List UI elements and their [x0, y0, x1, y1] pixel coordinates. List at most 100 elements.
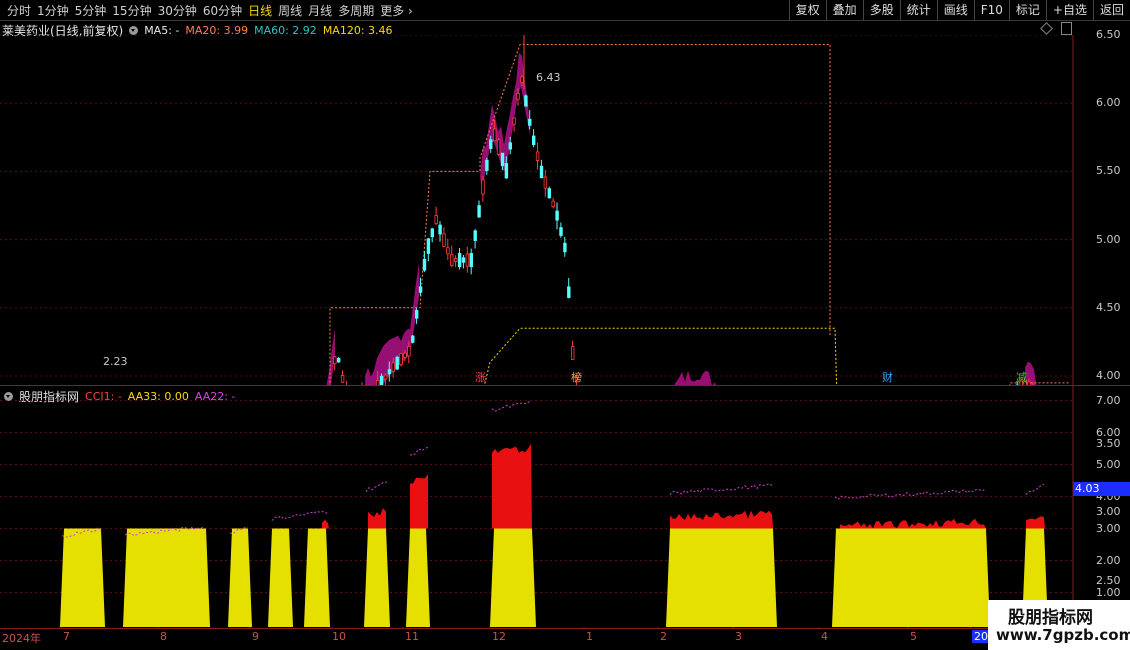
indicator-line	[365, 481, 388, 493]
diamond-icon[interactable]	[1040, 22, 1053, 35]
candle-body	[539, 165, 544, 179]
candle-body	[512, 117, 516, 125]
toolbar: 分时 1分钟 5分钟 15分钟 30分钟 60分钟 日线 周线 月线 多周期 更…	[0, 0, 1130, 21]
panel-resize-icon[interactable]	[1061, 22, 1072, 35]
candle-body	[516, 93, 520, 100]
indicator-line	[409, 446, 429, 456]
indicator-menu-icon[interactable]	[129, 26, 139, 35]
indicator-fill-block	[364, 528, 390, 627]
restore-rights-button[interactable]: 复权	[788, 0, 826, 20]
price-axis-label: 4.50	[1096, 300, 1121, 314]
candle-body	[407, 346, 411, 357]
candle-body	[422, 258, 427, 271]
candle-body	[551, 200, 555, 207]
candle-body	[336, 357, 341, 363]
date-axis-label: 8	[160, 630, 167, 643]
indicator-line	[834, 488, 986, 501]
indicator-fill-block	[490, 528, 536, 627]
indicator-fill-block	[60, 528, 105, 627]
back-button[interactable]: 返回	[1092, 0, 1130, 20]
candle-body	[528, 118, 532, 126]
candle-body	[333, 356, 337, 365]
candle-body	[434, 215, 438, 224]
tab-period-30min[interactable]: 30分钟	[155, 2, 200, 19]
date-axis-label: 12	[492, 630, 506, 643]
date-axis-label: 10	[332, 630, 346, 643]
candle-body	[547, 188, 551, 199]
indicator-red-area	[840, 518, 986, 529]
candle-body	[496, 139, 501, 155]
candle-body	[559, 227, 563, 236]
indicator-red-area	[1026, 516, 1045, 529]
candle-body	[500, 152, 505, 167]
tab-period-multi[interactable]: 多周期	[335, 2, 377, 19]
price-axis-label: 6.00	[1096, 96, 1121, 110]
indicator-axis-label: 6.00	[1096, 425, 1121, 439]
candle-body	[532, 135, 536, 145]
candle-body	[418, 286, 423, 293]
indicator-red-area	[670, 510, 773, 529]
tab-period-15min[interactable]: 15分钟	[109, 2, 154, 19]
candle-body	[457, 253, 462, 268]
tab-period-1min[interactable]: 1分钟	[34, 2, 72, 19]
tab-period-60min[interactable]: 60分钟	[200, 2, 245, 19]
date-axis-label: 2	[660, 630, 667, 643]
draw-line-button[interactable]: 画线	[936, 0, 974, 20]
indicator-line	[669, 483, 773, 496]
tab-period-weekly[interactable]: 周线	[275, 2, 305, 19]
indicator-fill-block	[228, 528, 252, 627]
candlestick-chart[interactable]	[0, 35, 1072, 385]
candle-body	[473, 230, 477, 241]
indicator-line	[271, 510, 330, 521]
tab-period-daily[interactable]: 日线	[245, 2, 275, 19]
statistics-button[interactable]: 统计	[899, 0, 937, 20]
tab-period-monthly[interactable]: 月线	[305, 2, 335, 19]
date-axis-label: 7	[63, 630, 70, 643]
candle-body	[450, 254, 454, 266]
indicator-axis-label: 1.00	[1096, 585, 1121, 599]
date-axis-label: 1	[586, 630, 593, 643]
event-tag-limit-up[interactable]: 涨	[474, 371, 487, 384]
event-tag-ranking[interactable]: 榜	[570, 371, 583, 384]
candle-body	[535, 151, 540, 161]
indicator-red-area	[368, 508, 386, 529]
candle-body	[477, 205, 481, 218]
candle-body	[504, 163, 509, 179]
period-tabs: 分时 1分钟 5分钟 15分钟 30分钟 60分钟 日线 周线 月线 多周期 更…	[4, 0, 416, 20]
event-tag-finance[interactable]: 财	[881, 371, 894, 384]
candle-body	[383, 374, 388, 380]
candle-body	[524, 95, 528, 107]
ma20-line	[329, 44, 831, 385]
multi-stock-button[interactable]: 多股	[862, 0, 900, 20]
mark-button[interactable]: 标记	[1008, 0, 1046, 20]
indicator-band	[1025, 361, 1037, 385]
candle-body	[426, 238, 431, 254]
candle-body	[485, 159, 489, 171]
candle-body	[340, 375, 345, 383]
date-axis-line	[0, 628, 1072, 629]
candle-body	[442, 233, 446, 247]
tab-period-realtime[interactable]: 分时	[4, 2, 34, 19]
watermark-logo: 股朋指标网 www.7gpzb.com	[988, 600, 1130, 650]
tab-period-5min[interactable]: 5分钟	[72, 2, 110, 19]
candle-body	[489, 139, 493, 149]
candle-body	[465, 253, 470, 267]
candle-body	[403, 352, 407, 358]
date-axis-label: 2024年	[2, 632, 41, 645]
indicator-line	[491, 400, 532, 412]
add-watchlist-button[interactable]: +自选	[1045, 0, 1093, 20]
tab-period-more[interactable]: 更多 ›	[377, 2, 416, 19]
event-tag-reduce[interactable]: 减	[1015, 371, 1028, 384]
indicator-axis-label: 2.00	[1096, 553, 1121, 567]
indicator-chart[interactable]	[0, 386, 1072, 628]
f10-button[interactable]: F10	[973, 0, 1009, 20]
chevron-right-icon: ›	[404, 3, 413, 18]
date-axis-label: 4	[821, 630, 828, 643]
date-axis-label: 5	[910, 630, 917, 643]
candle-body	[395, 356, 399, 370]
overlay-button[interactable]: 叠加	[825, 0, 863, 20]
candle-body	[414, 310, 419, 319]
candle-body	[469, 253, 473, 268]
indicator-line	[1025, 483, 1045, 495]
price-axis-label: 4.00	[1096, 369, 1121, 382]
